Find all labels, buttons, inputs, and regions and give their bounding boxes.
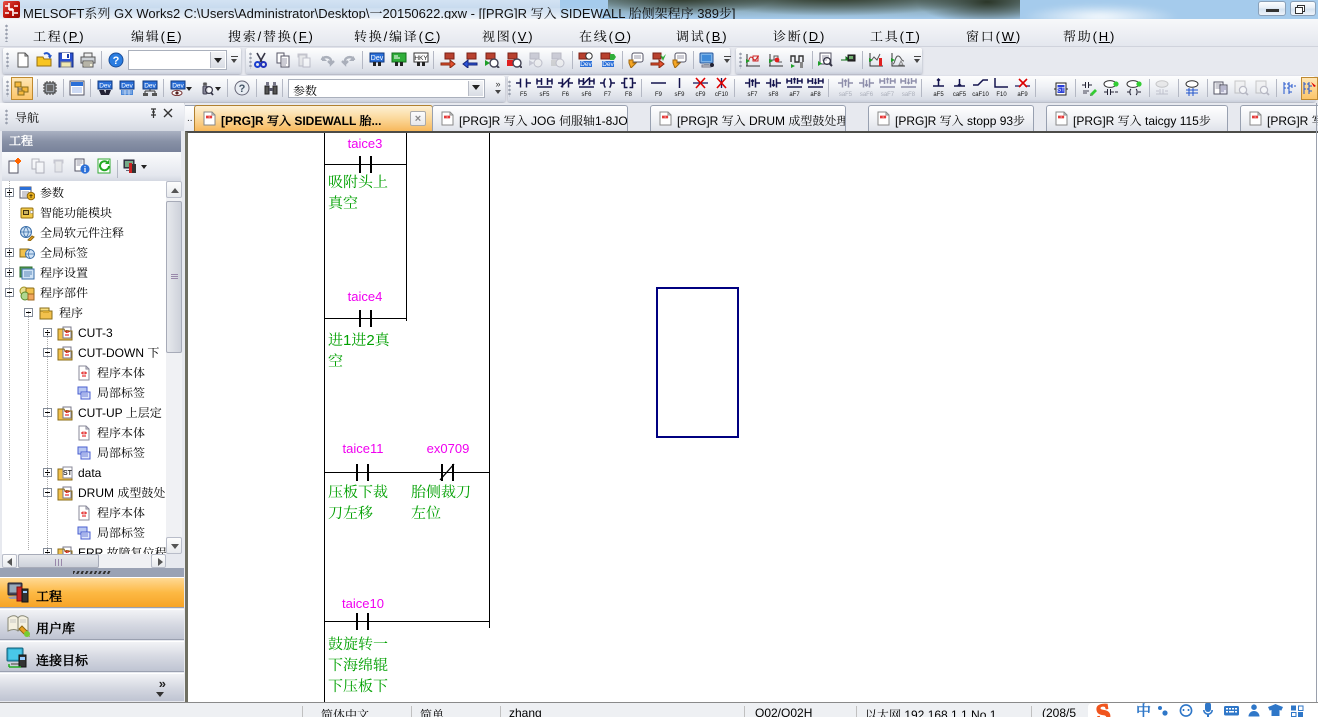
svg-text:?: ?: [239, 83, 246, 95]
svg-text:Dev: Dev: [602, 61, 614, 68]
svg-text:中: 中: [1136, 703, 1151, 717]
svg-text:Dev: Dev: [99, 83, 111, 90]
svg-text:Dev: Dev: [580, 61, 592, 68]
svg-text:Dev: Dev: [144, 83, 156, 90]
svg-text:Dev: Dev: [121, 83, 133, 90]
svg-text:ST: ST: [63, 470, 73, 477]
svg-text:?: ?: [113, 55, 120, 67]
svg-text:ST: ST: [1057, 88, 1065, 94]
svg-text:Dev: Dev: [371, 55, 384, 62]
svg-text:HKY: HKY: [414, 55, 428, 62]
svg-text:Dev: Dev: [172, 83, 184, 90]
